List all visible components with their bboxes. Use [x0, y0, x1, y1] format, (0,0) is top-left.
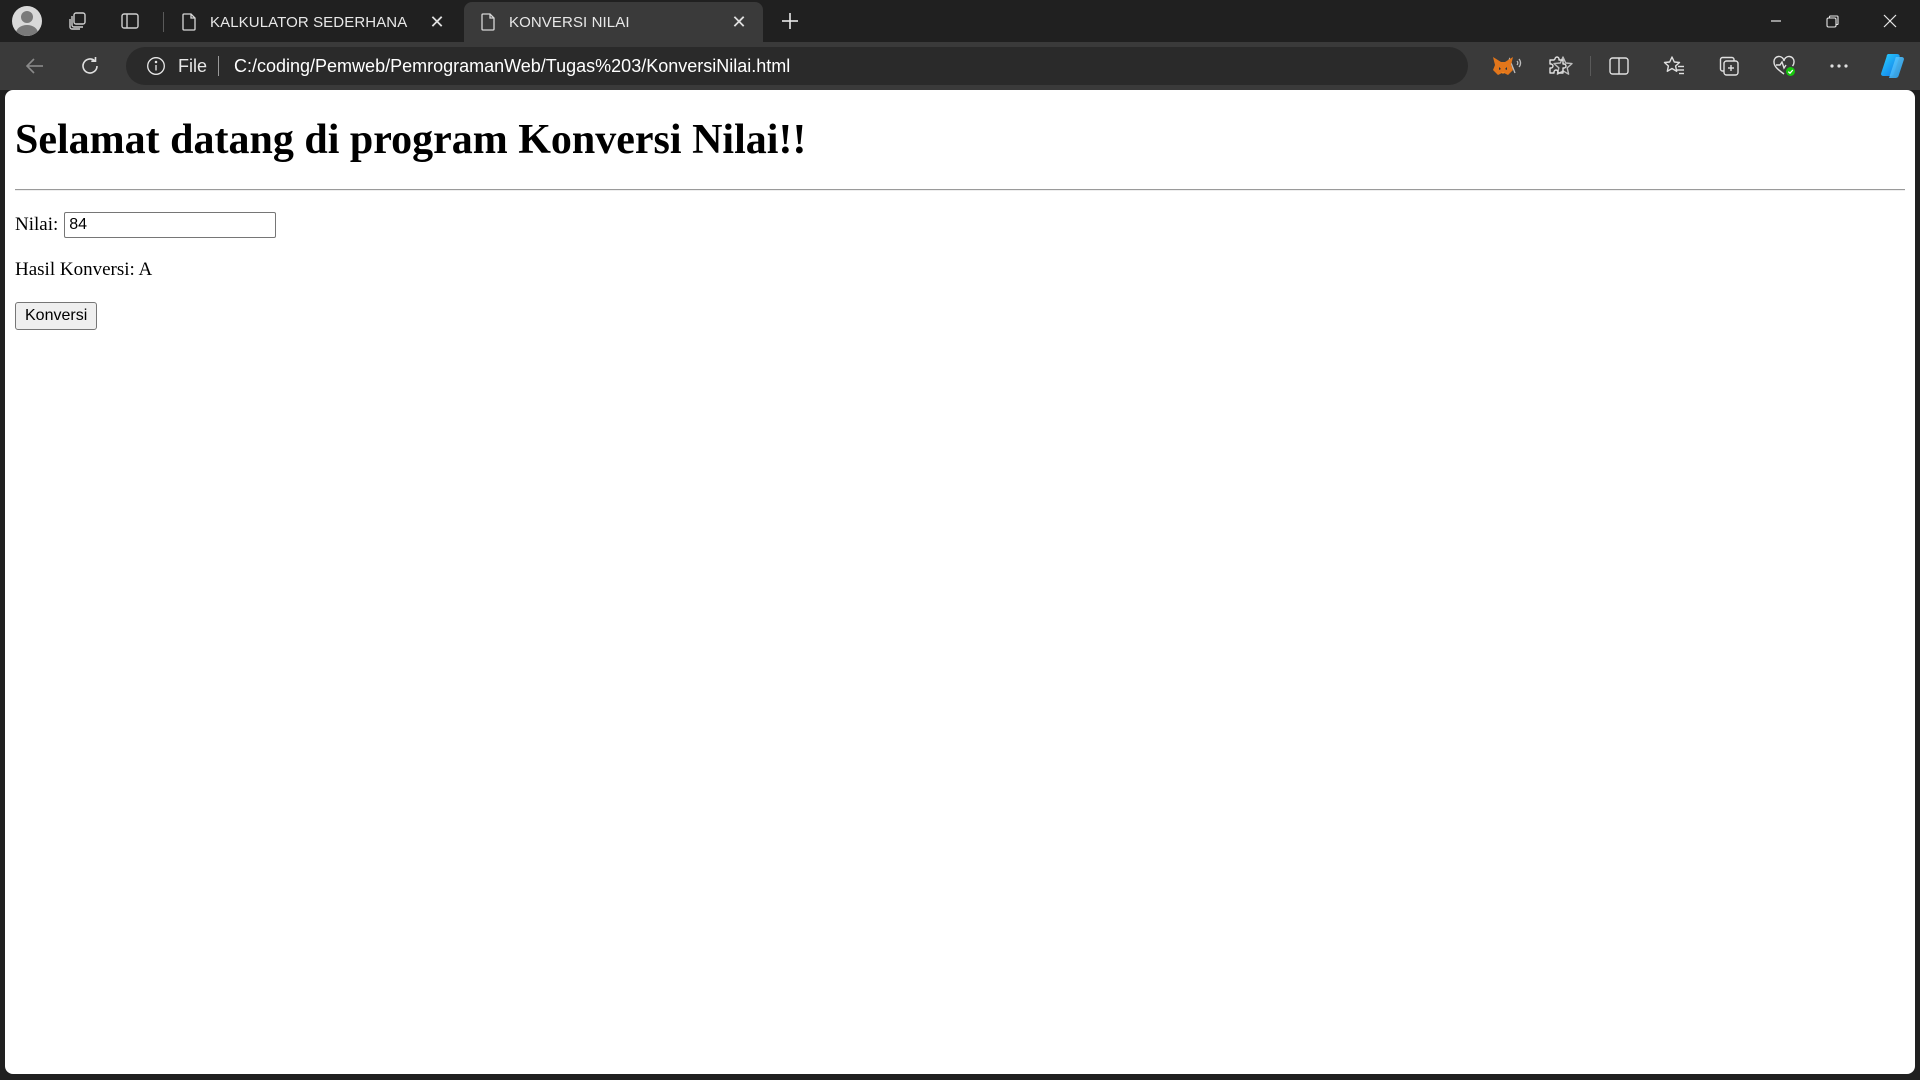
- close-icon[interactable]: ✕: [425, 10, 449, 34]
- browser-essentials-icon[interactable]: [1766, 49, 1802, 83]
- extensions-icon[interactable]: [1540, 49, 1576, 83]
- hasil-row: Hasil Konversi: A: [15, 259, 152, 281]
- address-bar[interactable]: File C:/coding/Pemweb/PemrogramanWeb/Tug…: [126, 47, 1573, 85]
- minimize-icon[interactable]: [1748, 0, 1804, 42]
- tab-title: KALKULATOR SEDERHANA: [210, 13, 408, 31]
- tab-strip: KALKULATOR SEDERHANA ✕ KONVERSI NILAI ✕: [0, 0, 1920, 42]
- konversi-button[interactable]: Konversi: [15, 302, 98, 330]
- favorites-icon[interactable]: [1656, 49, 1692, 83]
- metamask-icon[interactable]: [1485, 49, 1521, 83]
- collections-icon[interactable]: [1711, 49, 1747, 83]
- browser-window: KALKULATOR SEDERHANA ✕ KONVERSI NILAI ✕: [0, 0, 1920, 1080]
- profile-avatar-icon[interactable]: [9, 4, 45, 38]
- restore-icon[interactable]: [1804, 0, 1860, 42]
- nilai-row: Nilai:: [15, 212, 277, 238]
- site-info-icon[interactable]: [146, 56, 166, 76]
- hasil-value: A: [138, 259, 153, 280]
- workspaces-icon[interactable]: [60, 4, 96, 38]
- toolbar-separator: [1590, 56, 1591, 76]
- nilai-input[interactable]: [64, 212, 277, 238]
- tab-title: KONVERSI NILAI: [509, 13, 630, 31]
- address-separator: [218, 56, 219, 76]
- nilai-label: Nilai:: [15, 214, 59, 235]
- split-screen-icon[interactable]: [1601, 49, 1637, 83]
- new-tab-icon[interactable]: [772, 4, 808, 38]
- url-text[interactable]: C:/coding/Pemweb/PemrogramanWeb/Tugas%20…: [234, 56, 790, 77]
- document-icon: [481, 13, 495, 31]
- close-icon[interactable]: ✕: [727, 10, 751, 34]
- divider: [15, 189, 1905, 191]
- page-viewport: Selamat datang di program Konversi Nilai…: [5, 90, 1915, 1074]
- tab-separator: [163, 12, 164, 32]
- tab-actions-icon[interactable]: [112, 4, 148, 38]
- reload-icon[interactable]: [72, 49, 108, 83]
- document-icon: [182, 13, 196, 31]
- back-icon[interactable]: [17, 49, 53, 83]
- tab-konversi-nilai[interactable]: KONVERSI NILAI ✕: [464, 2, 763, 42]
- scheme-label: File: [178, 56, 208, 76]
- more-icon[interactable]: [1821, 49, 1857, 83]
- tab-kalkulator[interactable]: KALKULATOR SEDERHANA ✕: [165, 2, 461, 42]
- hasil-label: Hasil Konversi:: [15, 259, 135, 280]
- browser-toolbar: File C:/coding/Pemweb/PemrogramanWeb/Tug…: [0, 42, 1920, 90]
- copilot-icon[interactable]: [1875, 49, 1911, 83]
- page-title: Selamat datang di program Konversi Nilai…: [15, 117, 807, 163]
- window-close-icon[interactable]: [1862, 0, 1918, 42]
